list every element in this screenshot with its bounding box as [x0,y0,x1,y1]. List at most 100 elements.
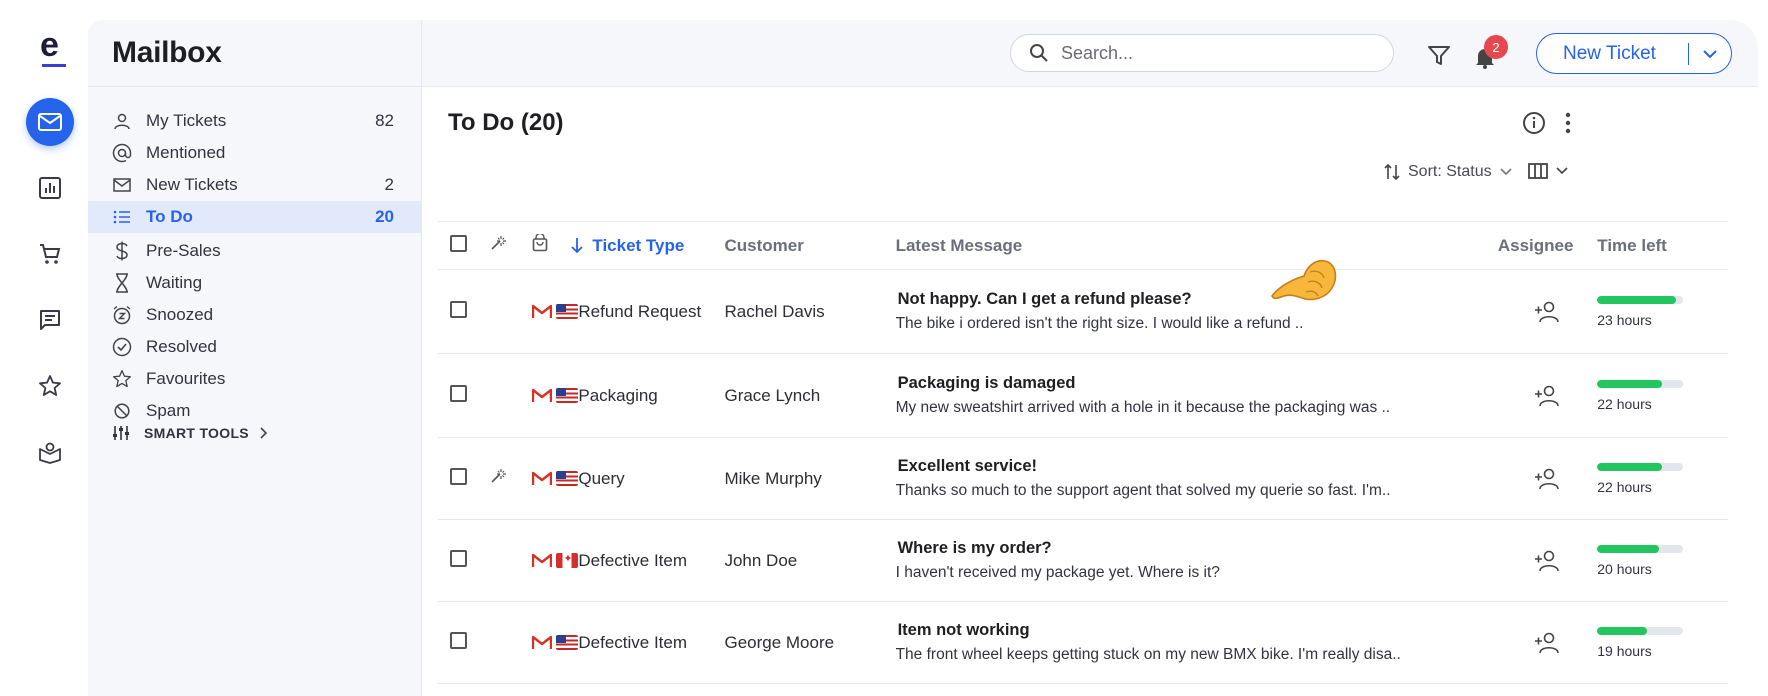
envelope-icon [112,175,132,195]
time-left-label: 19 hours [1597,642,1652,659]
row-checkbox[interactable] [450,631,467,649]
assignee-header[interactable]: Assignee [1497,221,1596,270]
table-row[interactable]: Defective ItemJohn DoeWhere is my order?… [438,519,1728,602]
row-checkbox[interactable] [450,549,467,567]
time-left-fill [1597,544,1660,553]
row-select-cell [438,353,490,438]
sidebar-item-label: Spam [146,401,191,420]
ticket-type-cell: Query [578,437,725,520]
table-row[interactable]: Refund Request Rachel Davis Not happy. Can… [438,269,1728,354]
sidebar-item-spam[interactable]: Spam [88,395,422,427]
sidebar-item-new-tickets[interactable]: New Tickets 2 [88,169,422,201]
person-icon [112,111,132,131]
row-checkbox[interactable] [450,467,467,485]
chevron-down-icon[interactable] [1689,49,1731,59]
flag-us-icon [556,635,579,650]
time-left: 20 hours [1595,544,1728,577]
sidebar-item-snoozed[interactable]: Snoozed [88,299,422,331]
sidebar-item-count: 82 [375,111,394,130]
assign-user-icon[interactable] [1534,468,1560,490]
latest-message-cell[interactable]: Where is my order? I haven't received my … [895,519,1416,602]
tickets-table: Ticket Type Customer Latest Message Assi… [438,221,1728,684]
row-checkbox[interactable] [450,300,467,318]
sidebar-item-my-tickets[interactable]: My Tickets 82 [88,105,422,137]
row-checkbox[interactable] [450,384,467,402]
sidebar-item-count: 2 [384,175,394,194]
time-left-bar [1597,544,1684,553]
at-icon [112,143,132,163]
sort-control[interactable]: Sort: Status [1384,163,1512,181]
assign-user-icon[interactable] [1534,385,1560,407]
info-icon[interactable] [1520,109,1548,137]
assign-user-icon[interactable] [1534,632,1560,654]
channel [532,635,579,650]
sidebar-item-resolved[interactable]: Resolved [88,331,422,363]
brand-logo[interactable]: e [38,28,70,70]
help-book-icon[interactable] [26,428,74,476]
channel-cell [532,269,579,354]
customer-header[interactable]: Customer [724,221,896,270]
sidebar-item-pre-sales[interactable]: Pre-Sales [88,235,422,267]
more-vertical-icon[interactable] [1558,109,1578,137]
smart-tools[interactable]: SMART TOOLS [112,425,267,441]
select-all-checkbox[interactable] [450,234,467,252]
time-left-cell: 22 hours [1595,353,1728,438]
time-left-header[interactable]: Time left [1595,221,1728,270]
mail-icon[interactable] [26,98,74,146]
customer-cell: Mike Murphy [724,437,896,520]
message-subject: Item not working [897,621,1030,639]
spacer-cell [1415,601,1498,684]
time-left-cell: 19 hours [1595,601,1728,684]
dollar-icon [112,241,132,261]
hourglass-icon [112,273,132,293]
new-ticket-button[interactable]: New Ticket [1536,33,1732,74]
sidebar-item-label: To Do [146,207,193,226]
sidebar-item-mentioned[interactable]: Mentioned [88,137,422,169]
message-preview: My new sweatshirt arrived with a hole in… [895,399,1391,416]
latest-message-cell[interactable]: Item not working The front wheel keeps ge… [895,601,1416,684]
ticket-type-cell: Packaging [578,353,725,438]
search-box[interactable] [1010,34,1394,72]
magic-wand-icon [491,236,507,250]
latest-message-cell[interactable]: Excellent service! Thanks so much to the … [895,437,1416,520]
table-row[interactable]: Packaging Grace Lynch Packaging is damaged… [438,353,1728,438]
spacer-cell [1415,519,1498,602]
channel [532,471,579,486]
ticket-type-cell: Defective Item [578,601,725,684]
ai-cell [489,437,533,520]
ai-cell [489,601,533,684]
table-row[interactable]: Query Mike Murphy Excellent service! Thanks… [438,437,1728,520]
message-preview: The bike i ordered isn't the right size.… [895,315,1304,332]
flag-us-icon [556,304,579,319]
search-input[interactable] [1061,42,1361,64]
sidebar-item-favourites[interactable]: Favourites [88,363,422,395]
flag-us-icon [556,471,579,486]
assignee-cell [1497,437,1596,520]
sidebar-item-to-do[interactable]: To Do 20 [88,201,422,233]
magic-wand-icon[interactable] [489,467,507,485]
chat-icon[interactable] [26,296,74,344]
time-left-bar [1597,626,1684,635]
assign-user-icon[interactable] [1534,550,1560,572]
assignee [1498,301,1595,323]
star-icon[interactable] [26,362,74,410]
columns-toggle[interactable] [1528,163,1568,179]
time-left-label: 22 hours [1597,478,1652,495]
assignee-cell [1497,601,1596,684]
filter-icon[interactable] [1424,42,1454,70]
assign-user-icon[interactable] [1534,301,1560,323]
table-row[interactable]: Defective Item George Moore Item not worki… [438,601,1728,684]
cart-icon[interactable] [26,230,74,278]
chevron-down-icon [1500,168,1512,176]
assignee [1498,385,1595,407]
sort-arrows-icon [1384,163,1400,181]
sidebar-item-waiting[interactable]: Waiting [88,267,422,299]
ai-column-header [489,221,533,270]
time-left: 19 hours [1595,626,1728,659]
analytics-icon[interactable] [26,164,74,212]
ticket-type-header[interactable]: Ticket Type [571,221,725,270]
latest-message-cell[interactable]: Packaging is damaged My new sweatshirt ar… [895,353,1416,438]
alarm-icon [112,305,132,325]
columns-icon [1528,163,1548,179]
channel-cell [532,353,579,438]
